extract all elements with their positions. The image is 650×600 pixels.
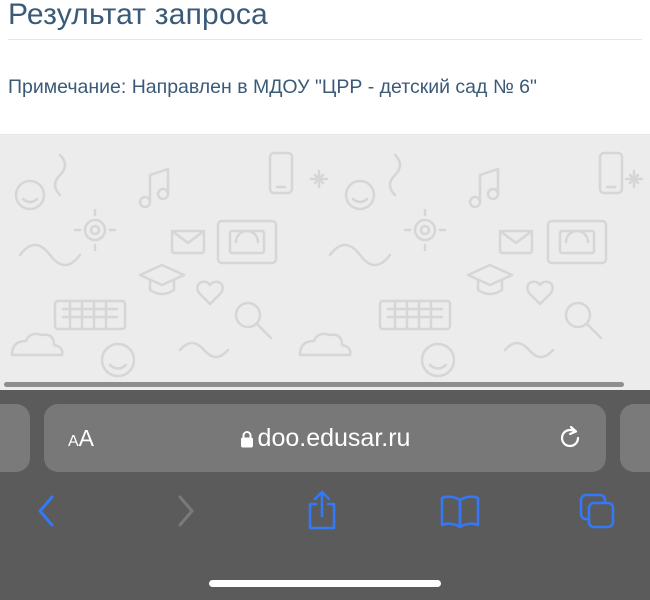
doodle-background: [0, 135, 650, 390]
tabs-button[interactable]: [578, 492, 618, 530]
browser-toolbar: AA doo.edusar.ru: [0, 390, 650, 600]
lock-icon: [240, 431, 253, 448]
chevron-right-icon: [178, 495, 194, 527]
share-icon: [308, 490, 336, 530]
home-indicator[interactable]: [209, 580, 441, 587]
bookmarks-button[interactable]: [440, 494, 480, 528]
reload-icon[interactable]: [556, 424, 584, 452]
book-icon: [440, 495, 480, 528]
next-tab-preview[interactable]: [620, 404, 650, 472]
page-scroll-indicator[interactable]: [4, 382, 624, 387]
previous-tab-preview[interactable]: [0, 404, 30, 472]
result-note: Примечание: Направлен в МДОУ "ЦРР - детс…: [8, 76, 537, 98]
forward-button[interactable]: [174, 493, 198, 529]
tabs-icon: [579, 493, 615, 529]
result-card: Результат запроса Примечание: Направлен …: [0, 0, 650, 135]
url-display[interactable]: doo.edusar.ru: [44, 422, 606, 454]
address-bar[interactable]: AA doo.edusar.ru: [44, 404, 606, 472]
share-button[interactable]: [304, 490, 340, 530]
page-title: Результат запроса: [8, 0, 268, 31]
url-text: doo.edusar.ru: [257, 424, 411, 452]
back-button[interactable]: [34, 493, 58, 529]
chevron-left-icon: [38, 495, 54, 527]
title-divider: [8, 39, 642, 40]
